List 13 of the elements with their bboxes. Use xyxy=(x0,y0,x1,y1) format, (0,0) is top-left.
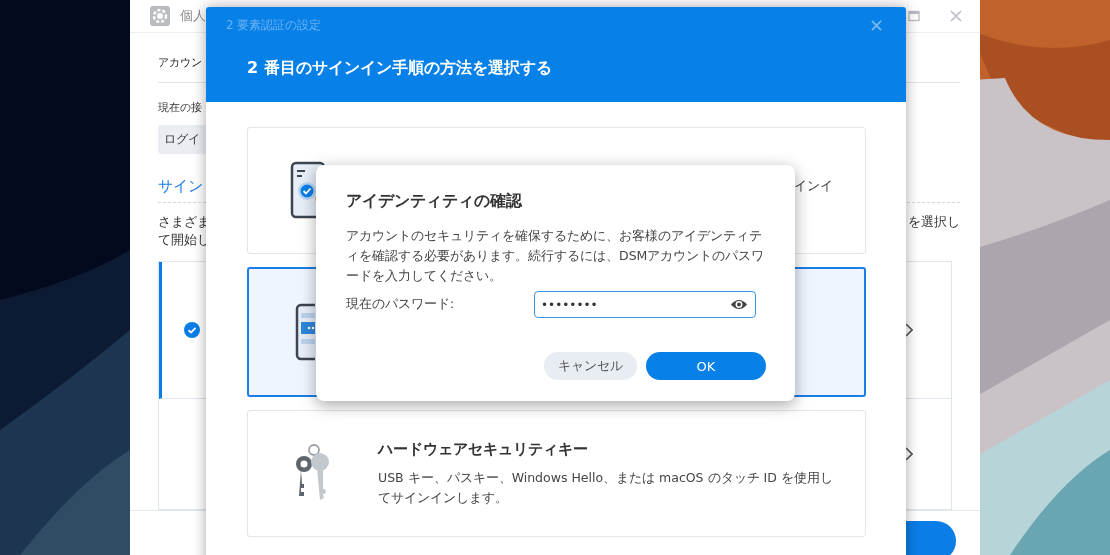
window-title: 個人 xyxy=(180,7,206,25)
option-description: USB キー、パスキー、Windows Hello、または macOS のタッチ ID を使用してサインインします。 xyxy=(378,468,834,507)
dialog-message: アカウントのセキュリティを確保するために、お客様のアイデンティティを確認する必要があります。続行するには、DSMアカウントのパスワードを入力してください。 xyxy=(346,227,766,285)
dialog-heading: 2 番目のサインイン手順の方法を選択する xyxy=(247,58,553,79)
section-heading: アカウン xyxy=(158,56,202,69)
option-title: ハードウェアセキュリティキー xyxy=(378,439,589,459)
option-description: インイ xyxy=(794,176,833,195)
section-heading: サイン xyxy=(158,177,203,195)
dialog-title: アイデンティティの確認 xyxy=(346,191,523,212)
description-text: を選択し xyxy=(908,213,960,231)
status-label: 現在の接 xyxy=(158,100,203,115)
password-label: 現在のパスワード: xyxy=(346,296,456,313)
dialog-title: 2 要素認証の設定 xyxy=(226,16,322,34)
